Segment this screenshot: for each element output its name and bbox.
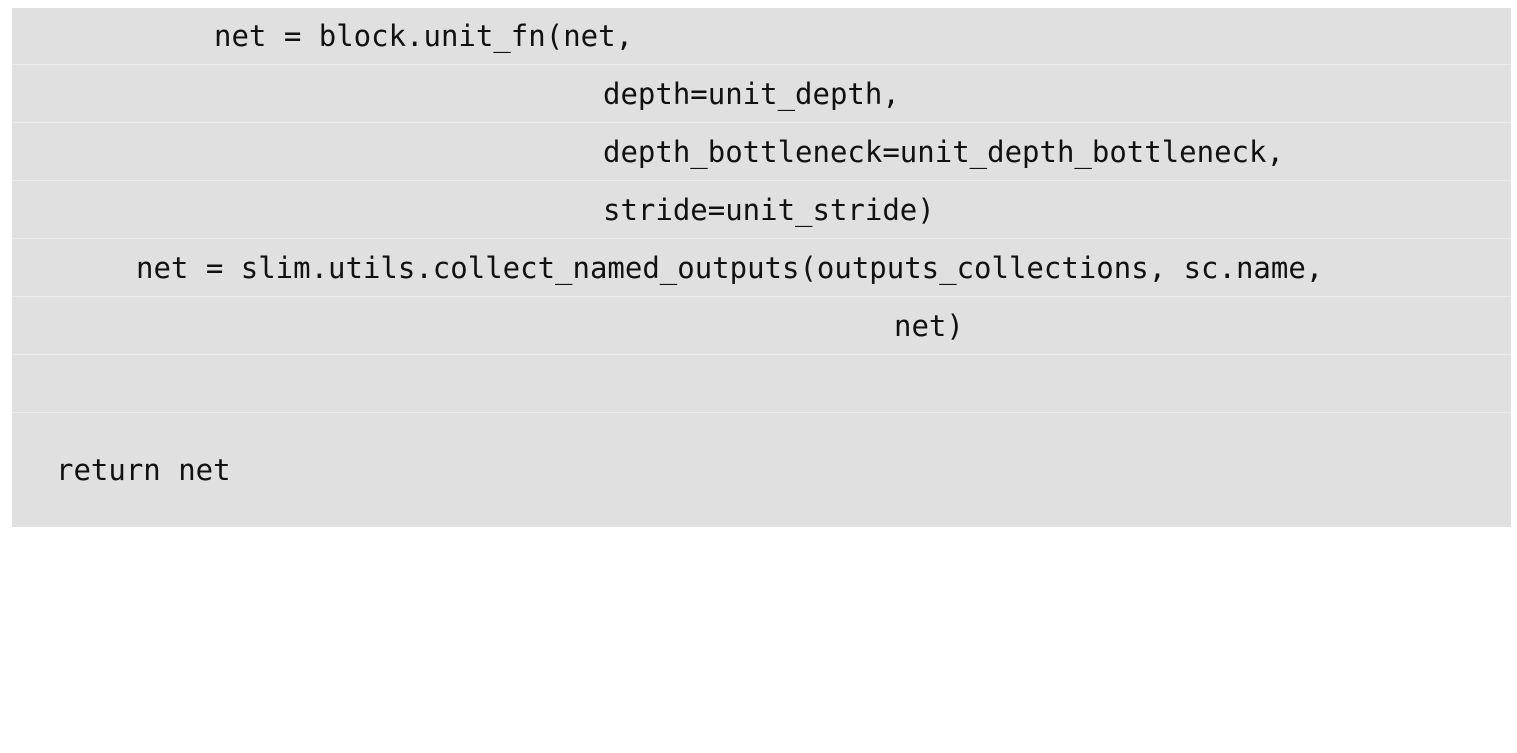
code-block: net = block.unit_fn(net, depth=unit_dept… <box>12 8 1511 527</box>
code-line: stride=unit_stride) <box>12 182 1511 239</box>
code-text: stride=unit_stride) <box>603 193 935 227</box>
code-line: net) <box>12 298 1511 355</box>
code-text: net = block.unit_fn(net, <box>214 19 634 53</box>
code-line: depth_bottleneck=unit_depth_bottleneck, <box>12 124 1511 181</box>
code-text: net = slim.utils.collect_named_outputs(o… <box>136 251 1324 285</box>
code-line: net = block.unit_fn(net, <box>12 8 1511 65</box>
code-text: net) <box>894 309 964 343</box>
code-line <box>12 356 1511 413</box>
code-text: depth=unit_depth, <box>603 77 900 111</box>
code-text: depth_bottleneck=unit_depth_bottleneck, <box>603 135 1284 169</box>
code-text: return net <box>56 453 231 487</box>
code-line: return net <box>12 414 1511 527</box>
code-line: depth=unit_depth, <box>12 66 1511 123</box>
code-line: net = slim.utils.collect_named_outputs(o… <box>12 240 1511 297</box>
